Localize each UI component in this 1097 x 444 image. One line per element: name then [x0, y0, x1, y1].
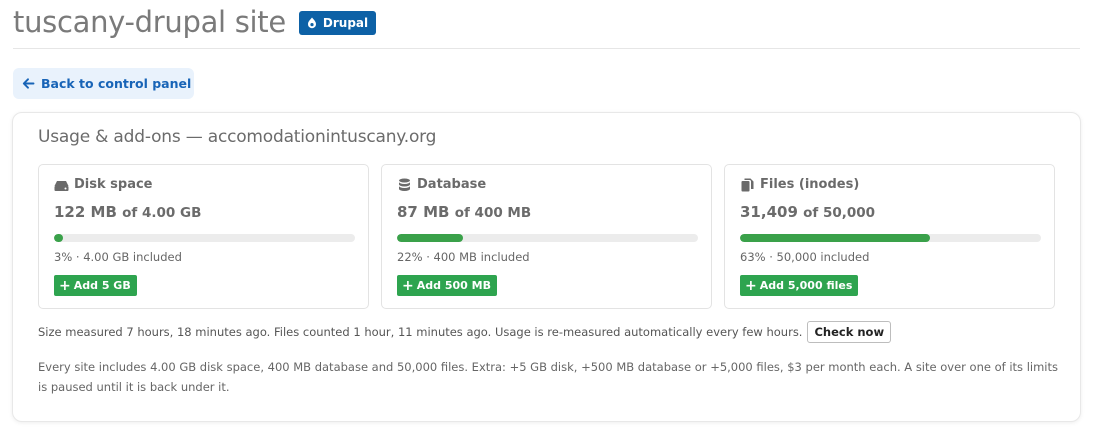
page-title: tuscany-drupal site [13, 5, 286, 39]
card-header: Files (inodes) [740, 177, 859, 192]
database-icon [399, 178, 410, 191]
limit-amount: of 4.00 GB [122, 205, 202, 221]
add-files-button[interactable]: + Add 5,000 files [740, 275, 859, 296]
measurement-status: Size measured 7 hours, 18 minutes ago. F… [38, 321, 892, 343]
card-label: Disk space [74, 177, 153, 192]
files-icon [741, 178, 754, 191]
card-header: Database [397, 177, 486, 192]
cms-badge-label: Drupal [322, 16, 369, 30]
hard-drive-icon [54, 180, 69, 191]
usage-summary: 3% · 4.00 GB included [54, 250, 182, 264]
plus-icon: + [402, 277, 414, 294]
usage-progress-fill [740, 234, 930, 242]
usage-panel: Usage & add-ons — accomodationintuscany.… [12, 112, 1081, 422]
usage-progress-bar [54, 234, 355, 242]
page-header: tuscany-drupal site Drupal [13, 4, 1080, 49]
limit-amount: of 50,000 [803, 205, 876, 221]
add-button-label: Add 500 MB [416, 279, 491, 292]
panel-title: Usage & add-ons — accomodationintuscany.… [38, 127, 437, 147]
cms-badge: Drupal [298, 11, 377, 35]
add-disk-button[interactable]: + Add 5 GB [54, 275, 137, 296]
usage-progress-bar [397, 234, 698, 242]
files-card: Files (inodes) 31,409 of 50,000 63% · 50… [724, 164, 1055, 309]
back-button-label: Back to control panel [41, 76, 192, 91]
database-card: Database 87 MB of 400 MB 22% · 400 MB in… [381, 164, 712, 309]
used-amount: 87 MB [397, 203, 450, 221]
used-amount: 122 MB [54, 203, 117, 221]
used-amount: 31,409 [740, 203, 798, 221]
card-label: Files (inodes) [760, 177, 860, 192]
add-database-button[interactable]: + Add 500 MB [397, 275, 497, 296]
usage-summary: 22% · 400 MB included [397, 250, 530, 264]
usage-value: 122 MB of 4.00 GB [54, 203, 201, 221]
usage-summary: 63% · 50,000 included [740, 250, 870, 264]
card-header: Disk space [54, 177, 153, 192]
add-button-label: Add 5 GB [73, 279, 131, 292]
measurement-text: Size measured 7 hours, 18 minutes ago. F… [38, 325, 803, 339]
usage-progress-fill [54, 234, 64, 242]
disk-space-card: Disk space 122 MB of 4.00 GB 3% · 4.00 G… [38, 164, 369, 309]
arrow-left-icon [22, 78, 35, 89]
check-now-button[interactable]: Check now [807, 321, 892, 343]
plus-icon: + [745, 277, 757, 294]
drupal-drop-icon [307, 17, 316, 29]
usage-progress-fill [397, 234, 464, 242]
card-label: Database [417, 177, 487, 192]
back-to-control-panel-button[interactable]: Back to control panel [13, 68, 194, 99]
plan-info-text: Every site includes 4.00 GB disk space, … [38, 360, 1058, 394]
plus-icon: + [59, 277, 71, 294]
usage-value: 31,409 of 50,000 [740, 203, 875, 221]
usage-value: 87 MB of 400 MB [397, 203, 531, 221]
add-button-label: Add 5,000 files [759, 279, 853, 292]
limit-amount: of 400 MB [454, 205, 532, 221]
usage-progress-bar [740, 234, 1041, 242]
